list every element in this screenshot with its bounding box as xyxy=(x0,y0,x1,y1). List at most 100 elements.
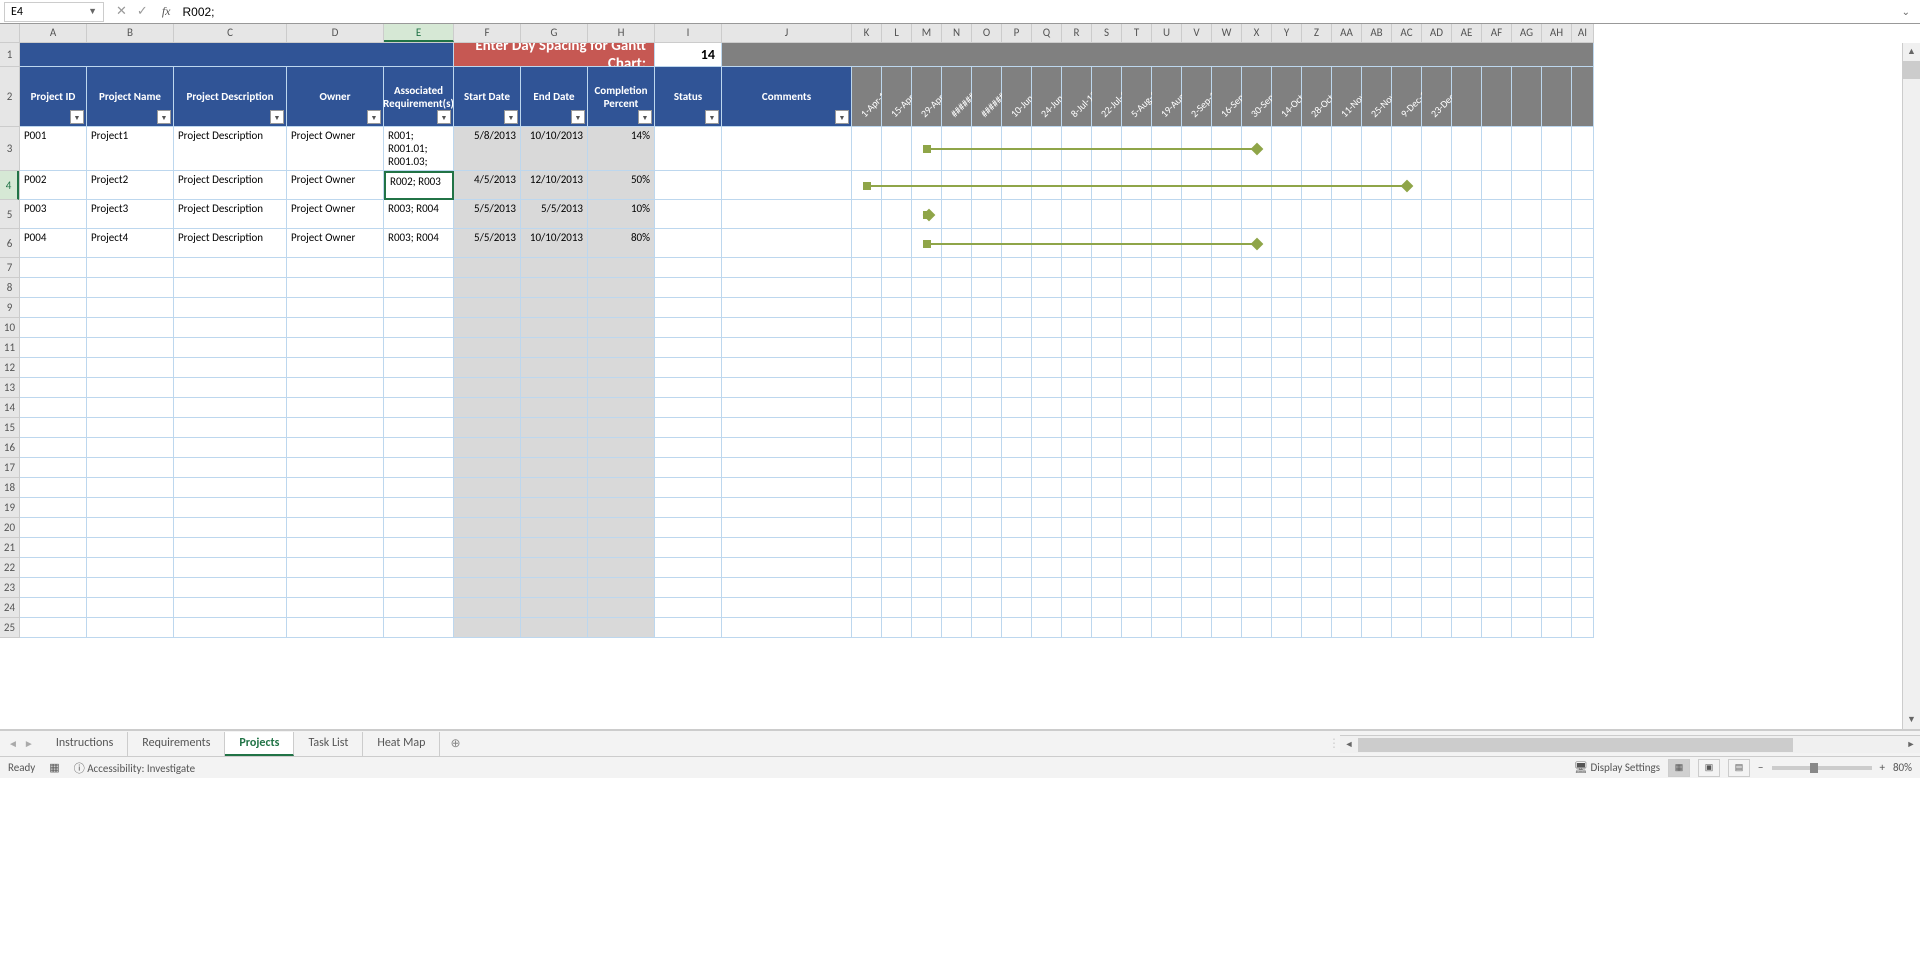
empty-cell[interactable] xyxy=(1092,418,1122,438)
filter-button[interactable]: ▼ xyxy=(70,110,84,124)
empty-cell[interactable] xyxy=(1002,398,1032,418)
empty-cell[interactable] xyxy=(1092,538,1122,558)
empty-cell[interactable] xyxy=(942,338,972,358)
empty-cell[interactable] xyxy=(1122,598,1152,618)
empty-cell[interactable] xyxy=(1572,618,1594,638)
empty-cell[interactable] xyxy=(1242,438,1272,458)
column-header-AB[interactable]: AB xyxy=(1362,24,1392,42)
row-header-15[interactable]: 15 xyxy=(0,418,19,438)
empty-cell[interactable] xyxy=(1482,338,1512,358)
empty-cell[interactable] xyxy=(87,598,174,618)
empty-cell[interactable] xyxy=(20,298,87,318)
empty-cell[interactable] xyxy=(1092,278,1122,298)
empty-cell[interactable] xyxy=(1362,538,1392,558)
empty-cell[interactable] xyxy=(1542,398,1572,418)
fx-icon[interactable]: fx xyxy=(156,4,177,19)
header-5[interactable]: Start Date▼ xyxy=(454,67,521,127)
gantt-cell[interactable] xyxy=(1302,229,1332,258)
empty-cell[interactable] xyxy=(882,478,912,498)
data-cell[interactable] xyxy=(722,127,852,171)
empty-cell[interactable] xyxy=(588,358,655,378)
vertical-scrollbar[interactable]: ▲ ▼ xyxy=(1902,43,1920,729)
date-header-30[interactable] xyxy=(1452,67,1482,127)
empty-cell[interactable] xyxy=(1422,298,1452,318)
empty-cell[interactable] xyxy=(87,618,174,638)
empty-cell[interactable] xyxy=(1212,458,1242,478)
data-cell[interactable] xyxy=(722,200,852,229)
empty-cell[interactable] xyxy=(1092,478,1122,498)
gantt-cell[interactable] xyxy=(1482,171,1512,200)
empty-cell[interactable] xyxy=(1482,378,1512,398)
empty-cell[interactable] xyxy=(1212,578,1242,598)
empty-cell[interactable] xyxy=(588,378,655,398)
empty-cell[interactable] xyxy=(1062,518,1092,538)
view-page-break-button[interactable]: ▤ xyxy=(1728,759,1750,777)
empty-cell[interactable] xyxy=(1542,278,1572,298)
data-cell[interactable]: 12/10/2013 xyxy=(521,171,588,200)
empty-cell[interactable] xyxy=(87,578,174,598)
empty-cell[interactable] xyxy=(1392,538,1422,558)
empty-cell[interactable] xyxy=(912,398,942,418)
empty-cell[interactable] xyxy=(521,518,588,538)
empty-cell[interactable] xyxy=(384,498,454,518)
empty-cell[interactable] xyxy=(1242,458,1272,478)
empty-cell[interactable] xyxy=(1272,338,1302,358)
empty-cell[interactable] xyxy=(174,258,287,278)
empty-cell[interactable] xyxy=(1482,358,1512,378)
empty-cell[interactable] xyxy=(1182,398,1212,418)
empty-cell[interactable] xyxy=(972,398,1002,418)
data-cell[interactable]: Project Owner xyxy=(287,127,384,171)
empty-cell[interactable] xyxy=(1062,538,1092,558)
empty-cell[interactable] xyxy=(20,458,87,478)
empty-cell[interactable] xyxy=(942,538,972,558)
empty-cell[interactable] xyxy=(942,438,972,458)
empty-cell[interactable] xyxy=(655,378,722,398)
empty-cell[interactable] xyxy=(174,578,287,598)
header-0[interactable]: Project ID▼ xyxy=(20,67,87,127)
data-cell[interactable]: Project Description xyxy=(174,127,287,171)
empty-cell[interactable] xyxy=(1242,378,1272,398)
empty-cell[interactable] xyxy=(454,358,521,378)
column-header-U[interactable]: U xyxy=(1152,24,1182,42)
empty-cell[interactable] xyxy=(1182,478,1212,498)
empty-cell[interactable] xyxy=(1512,258,1542,278)
gantt-cell[interactable] xyxy=(1422,200,1452,229)
empty-cell[interactable] xyxy=(1362,598,1392,618)
empty-cell[interactable] xyxy=(454,278,521,298)
empty-cell[interactable] xyxy=(1542,518,1572,538)
empty-cell[interactable] xyxy=(852,478,882,498)
row-header-19[interactable]: 19 xyxy=(0,498,19,518)
scroll-right-icon[interactable]: ► xyxy=(1902,736,1920,753)
empty-cell[interactable] xyxy=(655,358,722,378)
empty-cell[interactable] xyxy=(1062,398,1092,418)
empty-cell[interactable] xyxy=(1032,578,1062,598)
row-header-4[interactable]: 4 xyxy=(0,171,19,200)
empty-cell[interactable] xyxy=(1422,438,1452,458)
empty-cell[interactable] xyxy=(1092,498,1122,518)
row-header-16[interactable]: 16 xyxy=(0,438,19,458)
data-cell[interactable]: Project Description xyxy=(174,171,287,200)
column-header-C[interactable]: C xyxy=(174,24,287,42)
column-header-X[interactable]: X xyxy=(1242,24,1272,42)
zoom-slider[interactable] xyxy=(1772,766,1872,770)
data-cell[interactable]: P003 xyxy=(20,200,87,229)
empty-cell[interactable] xyxy=(20,578,87,598)
empty-cell[interactable] xyxy=(1032,418,1062,438)
empty-cell[interactable] xyxy=(882,558,912,578)
empty-cell[interactable] xyxy=(852,338,882,358)
empty-cell[interactable] xyxy=(1362,338,1392,358)
empty-cell[interactable] xyxy=(1542,578,1572,598)
column-header-Z[interactable]: Z xyxy=(1302,24,1332,42)
empty-cell[interactable] xyxy=(384,458,454,478)
empty-cell[interactable] xyxy=(1092,518,1122,538)
empty-cell[interactable] xyxy=(1032,498,1062,518)
empty-cell[interactable] xyxy=(1482,558,1512,578)
empty-cell[interactable] xyxy=(384,418,454,438)
empty-cell[interactable] xyxy=(1362,278,1392,298)
empty-cell[interactable] xyxy=(20,438,87,458)
empty-cell[interactable] xyxy=(1002,578,1032,598)
empty-cell[interactable] xyxy=(1512,358,1542,378)
empty-cell[interactable] xyxy=(454,378,521,398)
header-7[interactable]: Completion Percent▼ xyxy=(588,67,655,127)
gantt-cell[interactable] xyxy=(1392,229,1422,258)
